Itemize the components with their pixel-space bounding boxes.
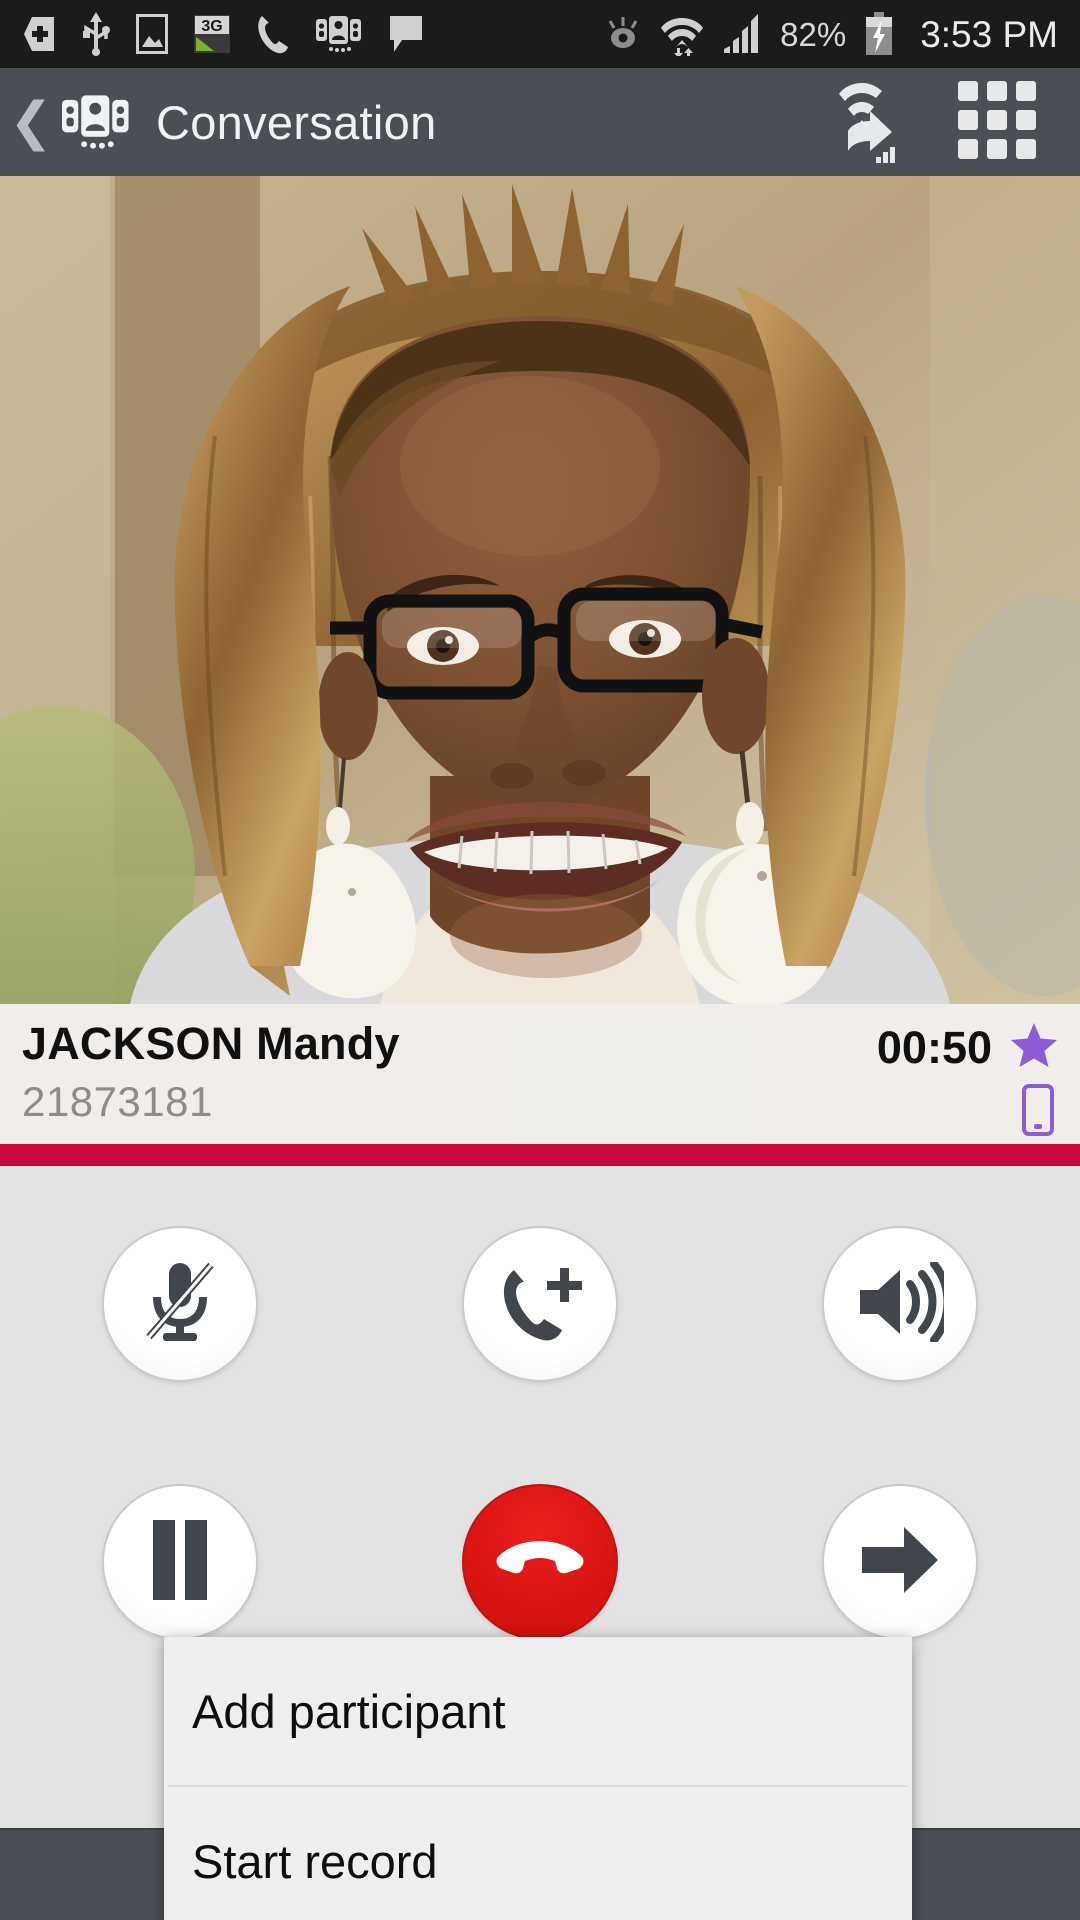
usb-icon bbox=[82, 12, 110, 56]
end-call-icon bbox=[496, 1537, 584, 1588]
menu-item-start-record[interactable]: Start record bbox=[164, 1787, 912, 1920]
app-bar-actions bbox=[826, 77, 1080, 168]
overflow-menu: Add participant Start record bbox=[164, 1637, 912, 1920]
back-chevron-icon[interactable]: ❮ bbox=[0, 68, 56, 176]
speaker-on-icon bbox=[856, 1259, 952, 1347]
contact-info-strip: JACKSON Mandy 21873181 00:50 bbox=[0, 1004, 1080, 1144]
status-bar: 3G 82% 3:53 PM bbox=[0, 0, 1080, 68]
accent-divider-bar bbox=[0, 1144, 1080, 1166]
menu-item-label: Add participant bbox=[192, 1684, 506, 1738]
wifi-signal-icon bbox=[660, 12, 704, 56]
transfer-arrow-icon bbox=[858, 1521, 942, 1604]
download-tag-icon bbox=[22, 15, 56, 53]
menu-item-label: Start record bbox=[192, 1834, 438, 1888]
phone-add-icon bbox=[498, 1262, 582, 1347]
contact-photo bbox=[0, 176, 1080, 1004]
contact-text-group: JACKSON Mandy 21873181 bbox=[22, 1018, 400, 1128]
3g-data-icon: 3G bbox=[194, 15, 230, 53]
status-bar-clock: 3:53 PM bbox=[920, 13, 1058, 55]
transfer-call-button[interactable] bbox=[822, 1484, 978, 1640]
contact-name: JACKSON Mandy bbox=[22, 1018, 400, 1069]
call-controls-row-1 bbox=[0, 1198, 1080, 1410]
mute-button[interactable] bbox=[102, 1226, 258, 1382]
star-icon[interactable] bbox=[1010, 1022, 1058, 1073]
status-bar-right-icons: 82% 3:53 PM bbox=[604, 12, 1058, 56]
contact-phone-number: 21873181 bbox=[22, 1077, 213, 1125]
device-type bbox=[1022, 1083, 1058, 1141]
battery-percent-label: 82% bbox=[780, 15, 847, 53]
mic-muted-icon bbox=[141, 1259, 219, 1350]
call-duration-timer: 00:50 bbox=[876, 1022, 992, 1073]
wifi-call-share-icon[interactable] bbox=[826, 77, 904, 168]
grid-apps-icon[interactable] bbox=[958, 80, 1036, 164]
battery-charging-icon bbox=[864, 12, 894, 56]
conference-app-icon bbox=[316, 14, 362, 54]
add-call-button[interactable] bbox=[462, 1226, 618, 1382]
page-title: Conversation bbox=[156, 95, 437, 149]
smart-stay-eye-icon bbox=[604, 14, 642, 54]
speaker-button[interactable] bbox=[822, 1226, 978, 1382]
mobile-phone-icon bbox=[1022, 1083, 1054, 1140]
end-call-button[interactable] bbox=[462, 1484, 618, 1640]
timer-and-favorite: 00:50 bbox=[877, 1022, 1058, 1074]
contact-right-group: 00:50 bbox=[877, 1018, 1058, 1141]
screenshot-image-icon bbox=[136, 14, 168, 54]
svg-text:3G: 3G bbox=[201, 18, 222, 35]
menu-item-add-participant[interactable]: Add participant bbox=[164, 1637, 912, 1785]
cellular-signal-icon bbox=[722, 13, 762, 55]
phone-screen: 3G 82% 3:53 PM ❮ Conversation JACKSON Ma… bbox=[0, 0, 1080, 1920]
app-bar: ❮ Conversation bbox=[0, 68, 1080, 176]
hold-button[interactable] bbox=[102, 1484, 258, 1640]
pause-icon bbox=[147, 1519, 213, 1605]
conference-app-icon bbox=[62, 91, 130, 153]
status-bar-left-icons: 3G bbox=[22, 12, 424, 56]
phone-call-icon bbox=[256, 13, 290, 55]
message-bubble-icon bbox=[388, 14, 424, 54]
